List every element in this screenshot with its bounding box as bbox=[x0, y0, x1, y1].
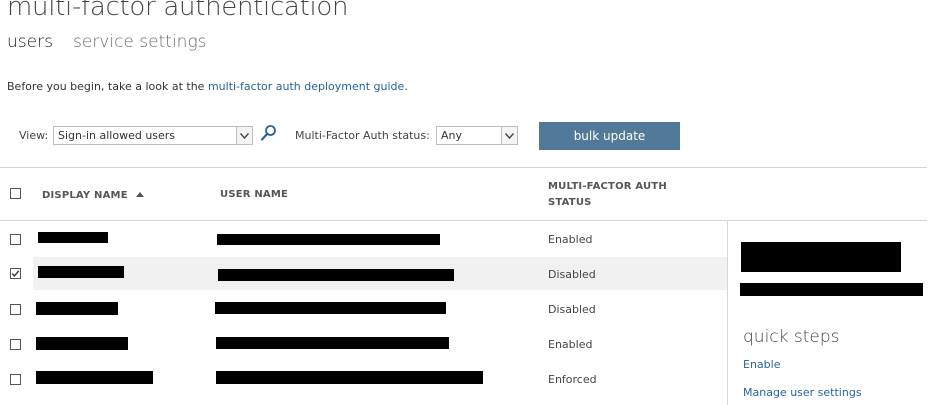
enable-link[interactable]: Enable bbox=[743, 358, 780, 371]
sort-ascending-icon bbox=[136, 189, 145, 200]
table-top-divider bbox=[0, 167, 927, 168]
row-checkbox-checked[interactable] bbox=[10, 268, 21, 279]
select-all-checkbox[interactable] bbox=[10, 188, 21, 199]
quick-steps-title: quick steps bbox=[743, 327, 840, 347]
intro-text: Before you begin, take a look at the mul… bbox=[7, 80, 408, 93]
row-checkbox[interactable] bbox=[10, 374, 21, 385]
search-icon[interactable] bbox=[260, 124, 278, 142]
details-pane-divider bbox=[727, 221, 728, 405]
redacted-display-name bbox=[36, 337, 128, 350]
chevron-down-icon bbox=[501, 127, 517, 144]
mfa-status-label: Multi-Factor Auth status: bbox=[295, 129, 430, 142]
column-header-mfa-status-line2[interactable]: STATUS bbox=[548, 197, 592, 208]
mfa-status-cell: Disabled bbox=[548, 303, 596, 316]
mfa-status-select[interactable]: Any bbox=[436, 126, 518, 145]
redacted-user-name bbox=[216, 337, 449, 349]
column-header-display-name[interactable]: DISPLAY NAME bbox=[42, 189, 145, 201]
redacted-display-name bbox=[38, 266, 124, 278]
mfa-status-select-value: Any bbox=[441, 129, 463, 142]
intro-suffix: . bbox=[404, 80, 408, 93]
row-checkbox[interactable] bbox=[10, 339, 21, 350]
mfa-status-cell: Enforced bbox=[548, 373, 597, 386]
mfa-status-cell: Enabled bbox=[548, 338, 593, 351]
redacted-display-name bbox=[36, 302, 118, 315]
row-checkbox[interactable] bbox=[10, 234, 21, 245]
tab-service-settings[interactable]: service settings bbox=[73, 32, 207, 52]
column-display-name-label: DISPLAY NAME bbox=[42, 190, 128, 201]
view-label: View: bbox=[19, 129, 49, 142]
redacted-selected-user-name bbox=[741, 242, 901, 272]
checkmark-icon bbox=[11, 270, 20, 277]
redacted-display-name bbox=[36, 371, 153, 384]
redacted-display-name bbox=[38, 232, 108, 243]
tab-users[interactable]: users bbox=[7, 32, 53, 52]
mfa-status-cell: Enabled bbox=[548, 233, 593, 246]
redacted-user-name bbox=[215, 302, 446, 314]
redacted-user-name bbox=[216, 371, 483, 384]
redacted-user-name bbox=[217, 234, 440, 245]
column-header-mfa-status-line1[interactable]: MULTI-FACTOR AUTH bbox=[548, 181, 667, 192]
column-header-user-name[interactable]: USER NAME bbox=[220, 189, 288, 200]
page-title: multi-factor authentication bbox=[7, 0, 349, 22]
chevron-down-icon bbox=[236, 127, 252, 144]
intro-prefix: Before you begin, take a look at the bbox=[7, 80, 208, 93]
row-checkbox[interactable] bbox=[10, 304, 21, 315]
manage-user-settings-link[interactable]: Manage user settings bbox=[743, 386, 862, 399]
deployment-guide-link[interactable]: multi-factor auth deployment guide bbox=[208, 80, 404, 93]
bulk-update-button[interactable]: bulk update bbox=[539, 122, 680, 150]
redacted-selected-user-email bbox=[740, 283, 923, 296]
view-select-value: Sign-in allowed users bbox=[58, 129, 176, 142]
redacted-user-name bbox=[218, 269, 454, 281]
table-header-divider bbox=[0, 220, 927, 221]
mfa-status-cell: Disabled bbox=[548, 268, 596, 281]
view-select[interactable]: Sign-in allowed users bbox=[53, 126, 253, 145]
